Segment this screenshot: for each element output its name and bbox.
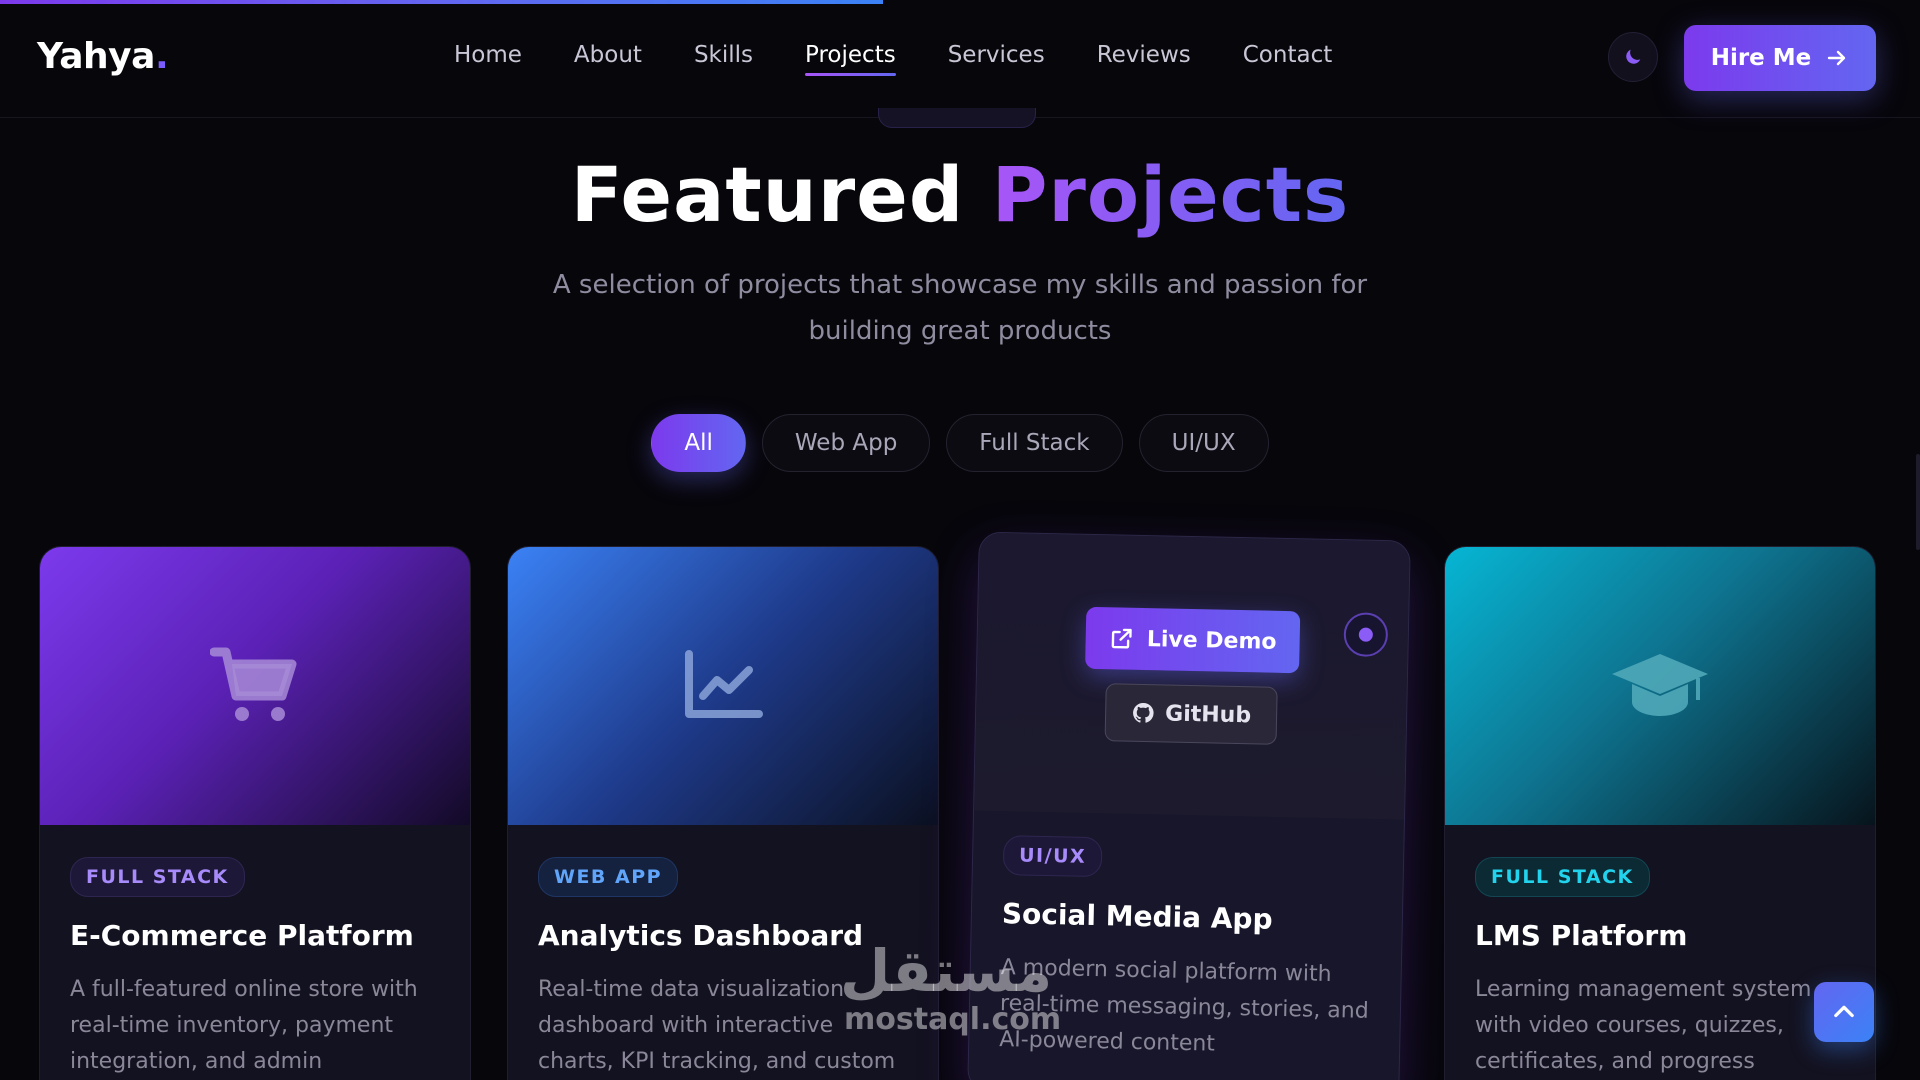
graduation-cap-icon (1612, 654, 1708, 716)
project-card-lms[interactable]: FULL STACK LMS Platform Learning managem… (1444, 546, 1876, 1080)
project-filters: All Web App Full Stack UI/UX (0, 414, 1920, 472)
favorite-toggle[interactable] (1343, 612, 1389, 658)
live-demo-label: Live Demo (1146, 626, 1277, 655)
section-subtitle: A selection of projects that showcase my… (552, 270, 1368, 346)
shopping-cart-icon (210, 647, 297, 721)
live-demo-button[interactable]: Live Demo (1085, 606, 1301, 674)
filter-web-app[interactable]: Web App (761, 414, 931, 472)
filter-ui-ux[interactable]: UI/UX (1138, 414, 1269, 472)
moon-icon (1626, 49, 1641, 64)
scroll-to-top-button[interactable] (1814, 982, 1874, 1042)
watermark-arabic: مستقل (840, 937, 1053, 1005)
project-tag: WEB APP (538, 857, 679, 897)
project-tag: FULL STACK (1475, 857, 1650, 897)
theme-toggle-button[interactable] (1608, 32, 1658, 82)
page-scrollbar[interactable] (1916, 454, 1920, 550)
arrow-right-icon (1828, 50, 1846, 66)
project-thumbnail (508, 547, 938, 825)
project-thumbnail: Live Demo GitHub (974, 532, 1410, 820)
github-label: GitHub (1164, 700, 1252, 728)
watermark-logo: مستقل mostaql.com (840, 942, 1061, 1037)
watermark-latin: mostaql.com (844, 1002, 1062, 1037)
nav-link-services[interactable]: Services (948, 42, 1045, 76)
line-chart-icon (685, 650, 763, 718)
nav-link-projects[interactable]: Projects (805, 42, 896, 76)
nav-link-about[interactable]: About (574, 42, 642, 76)
filter-all[interactable]: All (651, 414, 746, 472)
project-tag: UI/UX (1002, 835, 1103, 878)
project-description: Learning management system with video co… (1475, 977, 1812, 1074)
filter-full-stack[interactable]: Full Stack (946, 414, 1123, 472)
hire-me-button[interactable]: Hire Me (1684, 25, 1876, 91)
github-icon (1133, 703, 1154, 723)
nav-link-home[interactable]: Home (454, 42, 522, 76)
section-badge (878, 108, 1036, 128)
nav-link-contact[interactable]: Contact (1243, 42, 1332, 76)
project-card-ecommerce[interactable]: FULL STACK E-Commerce Platform A full-fe… (39, 546, 471, 1080)
chevron-up-icon (1834, 1005, 1854, 1018)
project-title: Social Media App (1001, 897, 1273, 936)
hire-me-label: Hire Me (1710, 45, 1812, 71)
navbar: Yahya. Home About Skills Projects Servic… (0, 0, 1920, 118)
project-title: LMS Platform (1475, 919, 1688, 952)
project-thumbnail (1445, 547, 1875, 825)
project-thumbnail (40, 547, 470, 825)
section-title: Featured Projects (570, 150, 1350, 239)
nav-link-skills[interactable]: Skills (694, 42, 753, 76)
project-tag: FULL STACK (70, 857, 245, 897)
github-button[interactable]: GitHub (1104, 683, 1278, 745)
nav-link-reviews[interactable]: Reviews (1097, 42, 1191, 76)
project-title: E-Commerce Platform (70, 919, 414, 952)
logo[interactable]: Yahya. (37, 36, 169, 77)
nav-menu: Home About Skills Projects Services Revi… (454, 42, 1384, 76)
project-description: A full-featured online store with real-t… (70, 977, 418, 1074)
external-link-icon (1111, 628, 1132, 649)
dot-icon (1358, 627, 1373, 642)
